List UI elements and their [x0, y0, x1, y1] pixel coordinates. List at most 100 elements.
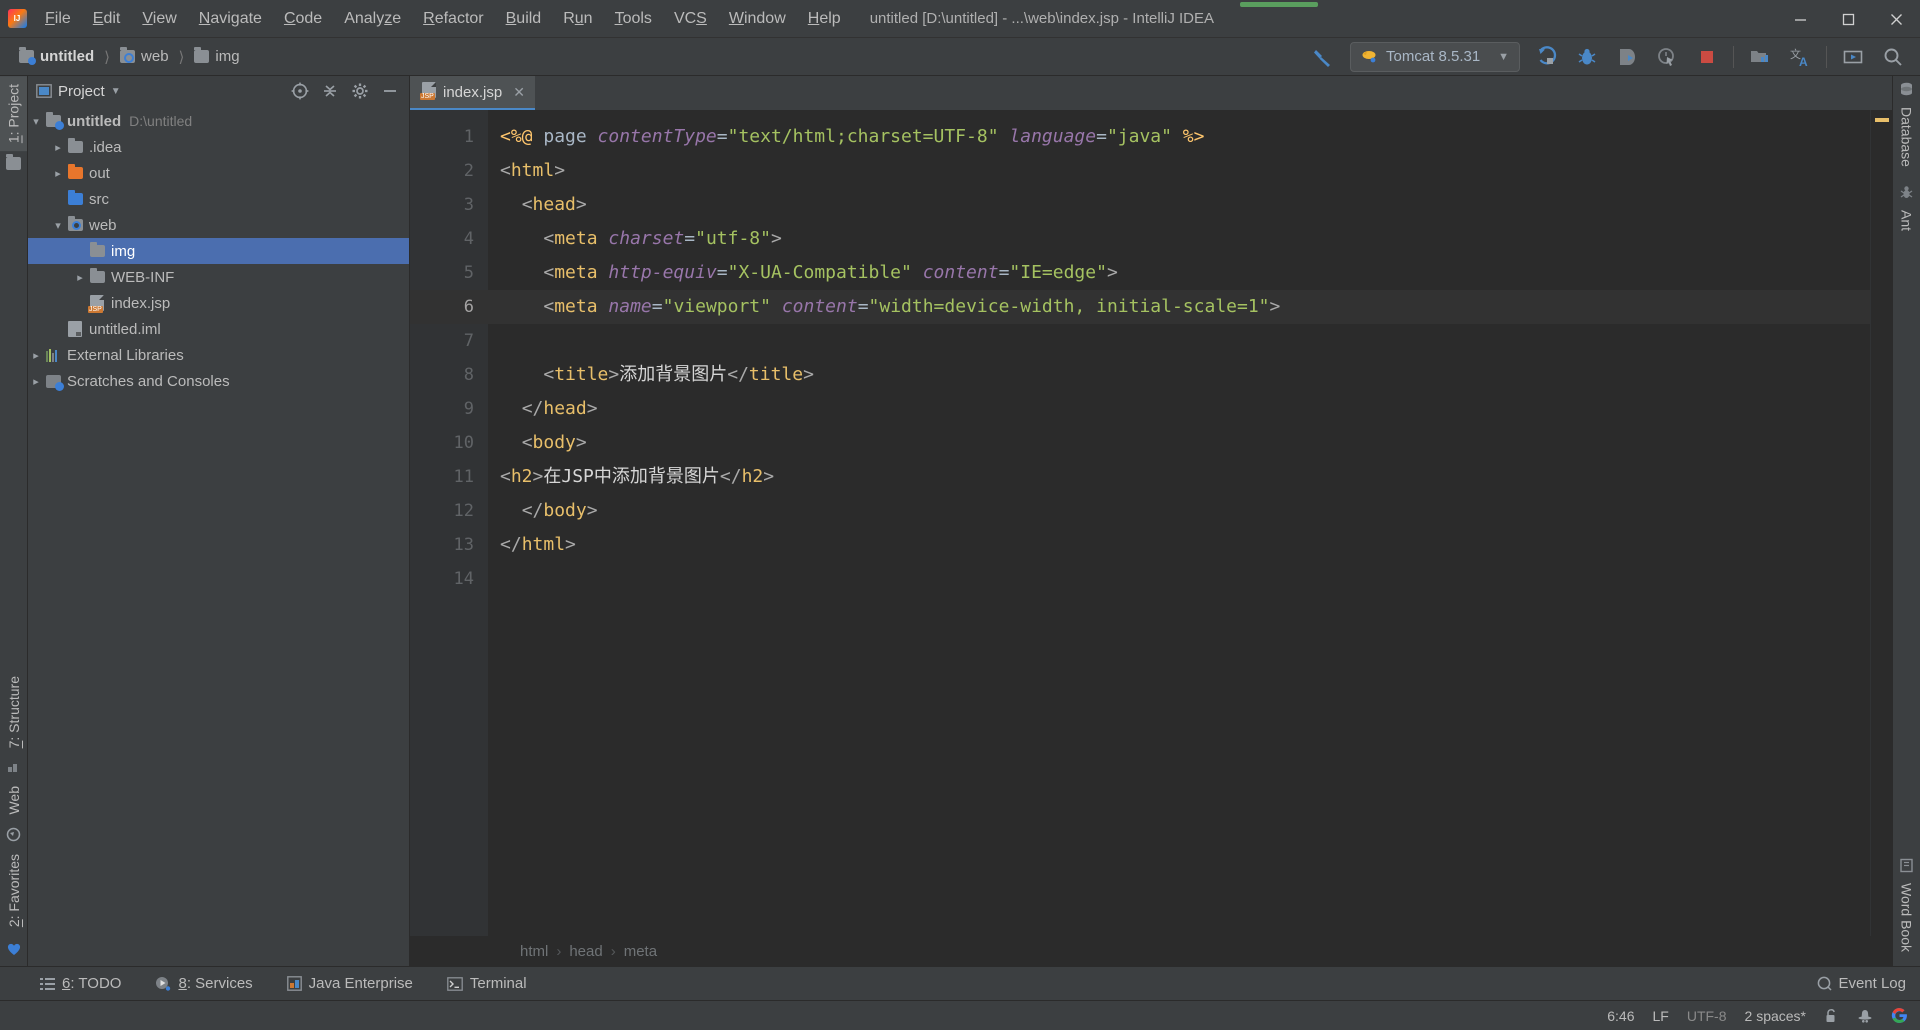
code-token-eq: = [857, 296, 869, 317]
editor-marker-bar[interactable] [1870, 110, 1892, 936]
code-line-9[interactable]: </head> [488, 392, 1870, 426]
sidebar-item-word-book[interactable]: Word Book [1895, 875, 1919, 966]
breadcrumb-meta[interactable]: meta [624, 943, 657, 960]
menu-analyze[interactable]: Analyze [333, 5, 412, 33]
collapse-all-icon[interactable] [317, 79, 343, 103]
tree-row-scratches-and-consoles[interactable]: ▸ Scratches and Consoles [28, 368, 409, 394]
bottom-tool-todo[interactable]: 6: TODO [36, 973, 125, 994]
tree-row-idea[interactable]: ▸ .idea [28, 134, 409, 160]
code-line-14[interactable] [488, 562, 1870, 596]
code-line-3[interactable]: <head> [488, 188, 1870, 222]
chevron-down-icon[interactable]: ▾ [28, 115, 44, 128]
code-line-8[interactable]: <title>添加背景图片</title> [488, 358, 1870, 392]
hide-icon[interactable] [377, 79, 403, 103]
code-line-4[interactable]: <meta charset="utf-8"> [488, 222, 1870, 256]
code-editor[interactable]: 1 2 3 4 5 6 7 8 9 10 11 12 13 14 <%@ pag… [410, 110, 1892, 936]
code-line-10[interactable]: <body> [488, 426, 1870, 460]
bottom-tool-services[interactable]: 8: Services [151, 973, 256, 994]
close-icon[interactable]: ✕ [513, 84, 525, 101]
event-log-button[interactable]: Event Log [1817, 975, 1906, 992]
build-hammer-icon[interactable] [1304, 42, 1342, 72]
menu-refactor[interactable]: Refactor [412, 5, 494, 33]
run-icon[interactable] [1528, 42, 1566, 72]
debug-icon[interactable] [1568, 42, 1606, 72]
chevron-right-icon[interactable]: ▸ [28, 349, 44, 362]
file-encoding[interactable]: UTF-8 [1687, 1008, 1727, 1024]
profiler-icon[interactable] [1648, 42, 1686, 72]
code-line-2[interactable]: <html> [488, 154, 1870, 188]
menu-file[interactable]: File [34, 5, 82, 33]
code-content[interactable]: <%@ page contentType="text/html;charset=… [488, 110, 1870, 936]
menu-window[interactable]: Window [718, 5, 797, 33]
tree-row-web[interactable]: ▾ web [28, 212, 409, 238]
sidebar-item-project[interactable]: 1: Project [0, 76, 27, 152]
breadcrumb-item-project[interactable]: untitled [14, 46, 99, 67]
code-line-7[interactable] [488, 324, 1870, 358]
tree-row-external-libraries[interactable]: ▸ External Libraries [28, 342, 409, 368]
code-line-5[interactable]: <meta http-equiv="X-UA-Compatible" conte… [488, 256, 1870, 290]
chevron-right-icon[interactable]: ▸ [72, 271, 88, 284]
search-icon[interactable] [1874, 42, 1912, 72]
translate-icon[interactable]: 文 A [1781, 42, 1819, 72]
menu-code[interactable]: Code [273, 5, 333, 33]
chevron-right-icon[interactable]: ▸ [50, 167, 66, 180]
menu-view[interactable]: View [131, 5, 187, 33]
menu-navigate[interactable]: Navigate [188, 5, 273, 33]
tree-row-untitled-iml[interactable]: untitled.iml [28, 316, 409, 342]
chevron-right-icon[interactable]: ▸ [50, 141, 66, 154]
run-configuration-selector[interactable]: Tomcat 8.5.31 ▼ [1350, 41, 1520, 72]
tree-label: untitled [67, 112, 122, 130]
menu-help[interactable]: Help [797, 5, 852, 33]
maximize-button[interactable] [1824, 0, 1872, 38]
inspector-hat-icon[interactable] [1857, 1008, 1873, 1024]
indent-setting[interactable]: 2 spaces* [1745, 1008, 1806, 1024]
code-line-12[interactable]: </body> [488, 494, 1870, 528]
sidebar-item-structure[interactable]: 7: Structure [2, 668, 26, 756]
tree-row-untitled[interactable]: ▾ untitled D:\untitled [28, 108, 409, 134]
menu-edit[interactable]: Edit [82, 5, 132, 33]
tree-row-web-inf[interactable]: ▸ WEB-INF [28, 264, 409, 290]
project-structure-icon[interactable] [1741, 42, 1779, 72]
code-line-1[interactable]: <%@ page contentType="text/html;charset=… [488, 120, 1870, 154]
menu-build[interactable]: Build [495, 5, 553, 33]
code-line-6[interactable]: <meta name="viewport" content="width=dev… [488, 290, 1870, 324]
menu-vcs[interactable]: VCS [663, 5, 718, 33]
tree-row-src[interactable]: src [28, 186, 409, 212]
line-number: 10 [453, 433, 474, 453]
sidebar-item-database[interactable]: Database [1895, 99, 1919, 175]
breadcrumb-item-web[interactable]: web [115, 46, 174, 67]
tab-index-jsp[interactable]: JSP index.jsp ✕ [410, 76, 535, 110]
tree-row-index-jsp[interactable]: JSP index.jsp [28, 290, 409, 316]
breadcrumb-separator: ⟩ [178, 48, 185, 66]
menu-tools[interactable]: Tools [604, 5, 663, 33]
chevron-down-icon[interactable]: ▾ [50, 219, 66, 232]
breadcrumb-head[interactable]: head [569, 943, 602, 960]
breadcrumb-html[interactable]: html [520, 943, 548, 960]
sidebar-item-web[interactable]: Web [2, 778, 26, 823]
google-icon[interactable] [1891, 1007, 1908, 1024]
close-button[interactable] [1872, 0, 1920, 38]
bottom-tool-terminal[interactable]: Terminal [443, 973, 531, 994]
breadcrumb-item-img[interactable]: img [189, 46, 244, 67]
sidebar-item-favorites[interactable]: 2: Favorites [2, 846, 26, 935]
warning-marker[interactable] [1875, 118, 1889, 122]
caret-position[interactable]: 6:46 [1607, 1008, 1634, 1024]
lock-icon[interactable] [1824, 1008, 1839, 1024]
run-coverage-icon[interactable] [1608, 42, 1646, 72]
tree-label: index.jsp [111, 294, 171, 312]
presentation-icon[interactable] [1834, 42, 1872, 72]
tree-row-img[interactable]: img [28, 238, 409, 264]
line-separator[interactable]: LF [1653, 1008, 1669, 1024]
sidebar-item-ant[interactable]: Ant [1895, 202, 1919, 239]
code-line-11[interactable]: <h2>在JSP中添加背景图片</h2> [488, 460, 1870, 494]
settings-gear-icon[interactable] [347, 79, 373, 103]
stop-icon[interactable] [1688, 42, 1726, 72]
tree-row-out[interactable]: ▸ out [28, 160, 409, 186]
bottom-tool-java-enterprise[interactable]: Java Enterprise [283, 973, 417, 994]
scroll-to-source-icon[interactable] [287, 79, 313, 103]
menu-run[interactable]: Run [552, 5, 603, 33]
chevron-right-icon[interactable]: ▸ [28, 375, 44, 388]
code-line-13[interactable]: </html> [488, 528, 1870, 562]
minimize-button[interactable] [1776, 0, 1824, 38]
java-enterprise-icon [286, 976, 302, 991]
